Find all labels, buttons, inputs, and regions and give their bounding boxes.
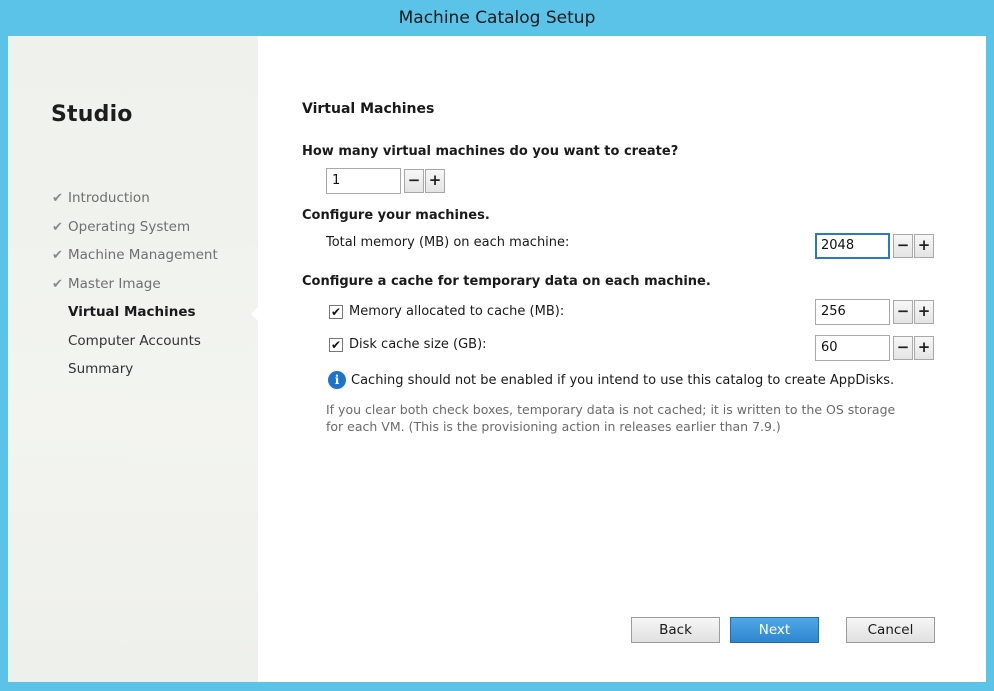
memory-label: Total memory (MB) on each machine: bbox=[326, 235, 570, 250]
appdisks-warning: Caching should not be enabled if you int… bbox=[351, 373, 895, 388]
cache-heading: Configure a cache for temporary data on … bbox=[302, 274, 711, 289]
back-button[interactable]: Back bbox=[631, 617, 720, 643]
window-title: Machine Catalog Setup bbox=[0, 0, 994, 36]
disk-cache-increment-button[interactable]: + bbox=[914, 336, 934, 360]
wizard-window: Studio ✔ Introduction ✔ Operating System ✔… bbox=[8, 36, 986, 682]
vm-count-question: How many virtual machines do you want to… bbox=[302, 144, 679, 159]
step-label: Introduction bbox=[68, 190, 150, 206]
step-label: Operating System bbox=[68, 218, 191, 235]
memory-cache-label: Memory allocated to cache (MB): bbox=[349, 304, 565, 319]
memory-cache-input[interactable]: 256 bbox=[815, 299, 890, 325]
vm-count-decrement-button[interactable]: − bbox=[404, 169, 424, 193]
disk-cache-input[interactable]: 60 bbox=[815, 335, 890, 361]
page-title: Virtual Machines bbox=[302, 101, 435, 117]
memory-cache-decrement-button[interactable]: − bbox=[893, 300, 913, 324]
window-bottom-border bbox=[0, 682, 994, 691]
vm-count-input[interactable]: 1 bbox=[326, 168, 401, 194]
vm-count-increment-button[interactable]: + bbox=[425, 169, 445, 193]
memory-cache-increment-button[interactable]: + bbox=[914, 300, 934, 324]
configure-machines-heading: Configure your machines. bbox=[302, 208, 490, 223]
memory-input[interactable]: 2048 bbox=[815, 233, 890, 259]
step-introduction: ✔ Introduction bbox=[52, 188, 218, 217]
step-label: Computer Accounts bbox=[68, 332, 201, 349]
step-machine-management: ✔ Machine Management bbox=[52, 245, 218, 274]
disk-cache-decrement-button[interactable]: − bbox=[893, 336, 913, 360]
step-label: Master Image bbox=[68, 275, 161, 292]
cache-note-line1: If you clear both check boxes, temporary… bbox=[326, 402, 896, 417]
step-operating-system: ✔ Operating System bbox=[52, 217, 218, 246]
checkmark-icon: ✔ bbox=[52, 276, 63, 292]
step-virtual-machines: Virtual Machines bbox=[52, 302, 218, 331]
checkmark-icon: ✔ bbox=[52, 191, 63, 206]
wizard-steps: ✔ Introduction ✔ Operating System ✔ Machine… bbox=[52, 188, 218, 388]
memory-cache-checkbox[interactable]: ✔ bbox=[329, 305, 343, 319]
step-label: Virtual Machines bbox=[68, 304, 196, 320]
step-computer-accounts: Computer Accounts bbox=[52, 331, 218, 360]
next-button[interactable]: Next bbox=[730, 617, 819, 643]
studio-brand: Studio bbox=[51, 102, 133, 127]
cache-note-line2: for each VM. (This is the provisioning a… bbox=[326, 419, 781, 434]
checkmark-icon: ✔ bbox=[52, 248, 63, 263]
wizard-content: Virtual Machines How many virtual machin… bbox=[258, 36, 986, 682]
step-label: Summary bbox=[68, 361, 134, 377]
info-icon: i bbox=[328, 371, 346, 389]
step-master-image: ✔ Master Image bbox=[52, 274, 218, 303]
step-label: Machine Management bbox=[68, 247, 218, 263]
memory-increment-button[interactable]: + bbox=[914, 234, 934, 258]
step-summary: Summary bbox=[52, 359, 218, 388]
memory-decrement-button[interactable]: − bbox=[893, 234, 913, 258]
disk-cache-checkbox[interactable]: ✔ bbox=[329, 338, 343, 352]
cancel-button[interactable]: Cancel bbox=[846, 617, 935, 643]
checkmark-icon: ✔ bbox=[52, 219, 63, 235]
wizard-sidebar: Studio ✔ Introduction ✔ Operating System ✔… bbox=[8, 36, 259, 682]
disk-cache-label: Disk cache size (GB): bbox=[349, 337, 487, 352]
